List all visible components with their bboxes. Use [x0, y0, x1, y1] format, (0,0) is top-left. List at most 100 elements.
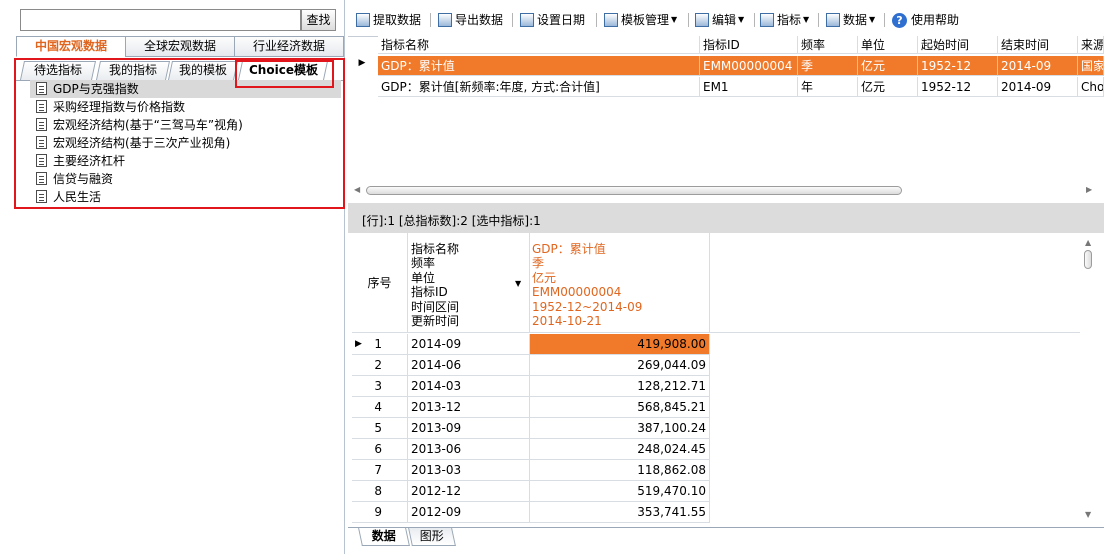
- col-header-start[interactable]: 起始时间: [918, 36, 998, 54]
- table-cell-end[interactable]: 2014-09: [998, 56, 1078, 76]
- table-row-seq[interactable]: 5: [352, 418, 408, 439]
- field-value: 亿元: [532, 270, 557, 285]
- col-header-name[interactable]: 指标名称: [378, 36, 700, 54]
- table-row-seq[interactable]: 3: [352, 376, 408, 397]
- table-cell-unit[interactable]: 亿元: [858, 77, 918, 97]
- scroll-right-icon[interactable]: ▶: [1086, 185, 1092, 194]
- table-cell-source[interactable]: Choice: [1078, 77, 1104, 97]
- table-row-value[interactable]: 519,470.10: [530, 481, 710, 502]
- col-header-field-labels[interactable]: 指标名称 频率 单位 指标ID 时间区间 更新时间: [408, 233, 530, 333]
- table-cell-start[interactable]: 1952-12: [918, 77, 998, 97]
- table-cell-source[interactable]: 国家统计局: [1078, 56, 1104, 76]
- data-label: 数据: [843, 13, 868, 27]
- tab-china-macro[interactable]: 中国宏观数据: [16, 36, 126, 57]
- col-header-seq[interactable]: 序号: [352, 233, 408, 333]
- export-data-button[interactable]: 导出数据: [438, 8, 503, 32]
- set-date-button[interactable]: 设置日期: [520, 8, 585, 32]
- scroll-up-icon[interactable]: ▲: [1085, 238, 1091, 247]
- col-header-series[interactable]: GDP：累计值 季 亿元 EMM00000004 1952-12~2014-09…: [530, 233, 710, 333]
- table-row-seq[interactable]: 1: [352, 334, 408, 355]
- table-row-seq[interactable]: 9: [352, 502, 408, 523]
- field-label: 更新时间: [411, 314, 460, 329]
- col-header-id[interactable]: 指标ID: [700, 36, 798, 54]
- table-cell-id[interactable]: EMM00000004: [700, 56, 798, 76]
- table-row-date[interactable]: 2012-12: [408, 481, 530, 502]
- table-row-seq[interactable]: 4: [352, 397, 408, 418]
- table-row-date[interactable]: 2014-03: [408, 376, 530, 397]
- indicator-label: 指标: [777, 13, 802, 27]
- tab-industry-economy[interactable]: 行业经济数据: [234, 36, 344, 57]
- chevron-down-icon[interactable]: ▼: [515, 279, 521, 288]
- vertical-scroll-thumb[interactable]: [1084, 250, 1092, 269]
- template-manage-button[interactable]: 模板管理 ▼: [604, 8, 677, 32]
- table-cell-name[interactable]: GDP：累计值: [378, 56, 700, 76]
- table-cell-frequency[interactable]: 年: [798, 77, 858, 97]
- tab-chart-label: 图形: [419, 529, 444, 543]
- template-manage-label: 模板管理: [621, 13, 670, 27]
- col-header-unit[interactable]: 单位: [858, 36, 918, 54]
- fetch-data-icon: [356, 13, 370, 27]
- table-row-value[interactable]: 118,862.08: [530, 460, 710, 481]
- search-input[interactable]: [20, 9, 301, 31]
- table-row-seq[interactable]: 7: [352, 460, 408, 481]
- field-label: 频率: [411, 256, 436, 271]
- data-button[interactable]: 数据 ▼: [826, 8, 875, 32]
- scroll-left-icon[interactable]: ◀: [354, 185, 360, 194]
- field-label: 单位: [411, 270, 436, 285]
- template-icon: [604, 13, 618, 27]
- table-cell-name[interactable]: GDP：累计值[新频率:年度, 方式:合计值]: [378, 77, 700, 97]
- table-row-value[interactable]: 353,741.55: [530, 502, 710, 523]
- table-cell-end[interactable]: 2014-09: [998, 77, 1078, 97]
- help-button[interactable]: ? 使用帮助: [892, 8, 959, 32]
- table-row-date[interactable]: 2013-06: [408, 439, 530, 460]
- field-value: 2014-10-21: [532, 314, 602, 329]
- annotation-box-tab: [235, 60, 334, 88]
- table-row-value[interactable]: 248,024.45: [530, 439, 710, 460]
- search-button[interactable]: 查找: [301, 9, 336, 31]
- field-value: 季: [532, 256, 545, 271]
- scroll-down-icon[interactable]: ▼: [1085, 510, 1091, 519]
- status-text: [行]:1 [总指标数]:2 [选中指标]:1: [362, 214, 541, 228]
- table-row-value[interactable]: 128,212.71: [530, 376, 710, 397]
- table-row-date[interactable]: 2014-09: [408, 334, 530, 355]
- toolbar-separator: [818, 13, 819, 27]
- table-row-date[interactable]: 2013-09: [408, 418, 530, 439]
- table-row-value[interactable]: 419,908.00: [530, 334, 710, 355]
- table-row-seq[interactable]: 6: [352, 439, 408, 460]
- indicator-button[interactable]: 指标 ▼: [760, 8, 809, 32]
- tab-data-label: 数据: [371, 529, 396, 543]
- table-row-date[interactable]: 2013-03: [408, 460, 530, 481]
- row-pointer-icon: ▶: [358, 58, 366, 68]
- table-cell-unit[interactable]: 亿元: [858, 56, 918, 76]
- table-row-seq[interactable]: 8: [352, 481, 408, 502]
- tab-global-macro[interactable]: 全球宏观数据: [125, 36, 235, 57]
- field-label: 指标名称: [411, 242, 460, 256]
- table-row-value[interactable]: 387,100.24: [530, 418, 710, 439]
- tab-data[interactable]: 数据: [358, 528, 410, 546]
- col-header-source[interactable]: 来源: [1078, 36, 1104, 54]
- toolbar-separator: [596, 13, 597, 27]
- col-header-end[interactable]: 结束时间: [998, 36, 1078, 54]
- edit-button[interactable]: 编辑 ▼: [695, 8, 744, 32]
- table-row-date[interactable]: 2012-09: [408, 502, 530, 523]
- table-row-value[interactable]: 568,845.21: [530, 397, 710, 418]
- table-cell-id[interactable]: EM1: [700, 77, 798, 97]
- fetch-data-button[interactable]: 提取数据: [356, 8, 421, 32]
- tab-chart[interactable]: 图形: [408, 528, 456, 546]
- table-cell-frequency[interactable]: 季: [798, 56, 858, 76]
- toolbar-separator: [430, 13, 431, 27]
- toolbar-separator: [688, 13, 689, 27]
- vertical-scrollbar[interactable]: [1080, 233, 1104, 527]
- field-value: GDP：累计值: [532, 242, 606, 256]
- toolbar-separator: [512, 13, 513, 27]
- table-cell-start[interactable]: 1952-12: [918, 56, 998, 76]
- calendar-icon: [520, 13, 534, 27]
- table-row-seq[interactable]: 2: [352, 355, 408, 376]
- horizontal-scroll-thumb[interactable]: [366, 186, 902, 195]
- table-row-value[interactable]: 269,044.09: [530, 355, 710, 376]
- col-header-frequency[interactable]: 频率: [798, 36, 858, 54]
- help-icon: ?: [892, 12, 907, 28]
- table-row-date[interactable]: 2013-12: [408, 397, 530, 418]
- toolbar-separator: [754, 13, 755, 27]
- table-row-date[interactable]: 2014-06: [408, 355, 530, 376]
